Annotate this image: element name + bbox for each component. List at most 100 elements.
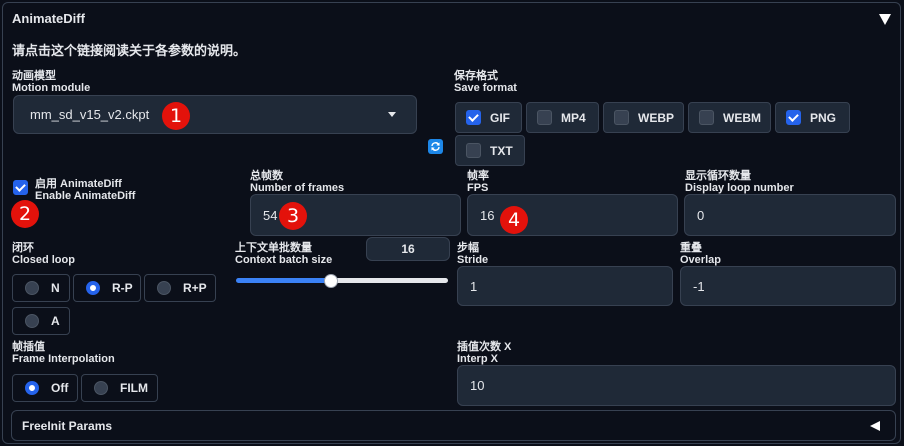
closed-loop-n-label: N — [51, 281, 60, 295]
freeinit-params-accordion[interactable]: FreeInit Params — [11, 410, 896, 441]
interp-off-label: Off — [51, 381, 69, 395]
loop-input[interactable]: 0 — [684, 194, 896, 236]
overlap-label: 重叠 Overlap — [680, 242, 721, 266]
save-format-webp[interactable]: WEBP — [603, 102, 684, 133]
checkbox-icon — [466, 143, 481, 158]
radio-selected-icon — [86, 281, 100, 295]
motion-module-label: 动画模型 Motion module — [12, 70, 90, 94]
closed-loop-r-plus-p-label: R+P — [183, 281, 207, 295]
annotation-badge-1: 1 — [162, 102, 190, 130]
motion-module-label-zh: 动画模型 — [12, 70, 56, 82]
interp-label-en: Frame Interpolation — [12, 353, 115, 365]
save-format-gif-label: GIF — [490, 110, 510, 125]
enable-label-zh: 启用 AnimateDiff — [35, 178, 122, 190]
closed-loop-r-p[interactable]: R-P — [73, 274, 141, 302]
annotation-badge-3: 3 — [279, 202, 307, 230]
closed-loop-a[interactable]: A — [12, 307, 70, 335]
loop-label: 显示循环数量 Display loop number — [685, 170, 794, 194]
freeinit-params-label: FreeInit Params — [22, 418, 113, 433]
chevron-down-icon — [388, 112, 396, 117]
motion-module-value: mm_sd_v15_v2.ckpt — [30, 107, 150, 122]
checkbox-checked-icon — [13, 180, 28, 195]
radio-icon — [25, 314, 39, 328]
interp-film-label: FILM — [120, 381, 148, 395]
fps-label-zh: 帧率 — [467, 170, 489, 182]
overlap-input[interactable]: -1 — [680, 266, 896, 306]
closed-loop-n[interactable]: N — [12, 274, 70, 302]
frames-label-zh: 总帧数 — [250, 170, 283, 182]
save-format-label-zh: 保存格式 — [454, 70, 498, 82]
interp-x-value: 10 — [470, 378, 485, 393]
context-batch-slider[interactable] — [236, 278, 448, 283]
annotation-badge-4: 4 — [500, 206, 528, 234]
radio-icon — [157, 281, 171, 295]
enable-label-en: Enable AnimateDiff — [35, 190, 136, 202]
interp-film[interactable]: FILM — [81, 374, 158, 402]
context-batch-number[interactable]: 16 — [366, 237, 450, 261]
description-text: 请点击这个链接阅读关于各参数的说明。 — [12, 40, 246, 59]
context-batch-label: 上下文单批数量 Context batch size — [235, 242, 332, 266]
closed-loop-label: 闭环 Closed loop — [12, 242, 75, 266]
radio-icon — [25, 281, 39, 295]
stride-label-en: Stride — [457, 254, 489, 266]
frames-label-en: Number of frames — [250, 182, 345, 194]
context-batch-value: 16 — [401, 242, 415, 256]
refresh-arrows-icon — [431, 142, 440, 151]
checkbox-icon — [614, 110, 629, 125]
triangle-left-icon — [870, 420, 880, 431]
overlap-value: -1 — [693, 278, 705, 294]
save-format-gif[interactable]: GIF — [455, 102, 522, 133]
save-format-webm-label: WEBM — [723, 110, 761, 125]
closed-loop-a-label: A — [51, 314, 60, 328]
description-link[interactable]: 这个链接 — [51, 43, 103, 58]
save-format-png-label: PNG — [810, 110, 837, 125]
save-format-label: 保存格式 Save format — [454, 70, 517, 94]
overlap-label-en: Overlap — [680, 254, 721, 266]
stride-value: 1 — [470, 278, 478, 294]
enable-animatediff-checkbox[interactable]: 启用 AnimateDiff Enable AnimateDiff — [13, 178, 136, 202]
radio-icon — [94, 381, 108, 395]
checkbox-icon — [537, 110, 552, 125]
save-format-txt[interactable]: TXT — [455, 135, 525, 166]
save-format-webm[interactable]: WEBM — [688, 102, 771, 133]
fps-value: 16 — [480, 207, 495, 223]
interp-label-zh: 帧插值 — [12, 341, 45, 353]
description-suffix: 阅读关于各参数的说明。 — [103, 43, 247, 58]
fps-input[interactable]: 16 — [467, 194, 678, 236]
triangle-down-icon — [879, 14, 891, 25]
overlap-label-zh: 重叠 — [680, 242, 702, 254]
save-format-webp-label: WEBP — [638, 110, 674, 125]
stride-input[interactable]: 1 — [457, 266, 673, 306]
interp-label: 帧插值 Frame Interpolation — [12, 341, 115, 365]
collapse-toggle[interactable] — [878, 12, 892, 31]
interp-x-input[interactable]: 10 — [457, 365, 896, 406]
closed-loop-r-plus-p[interactable]: R+P — [144, 274, 216, 302]
interp-x-label: 插值次数 X Interp X — [457, 341, 511, 365]
loop-label-en: Display loop number — [685, 182, 794, 194]
frames-value: 54 — [263, 207, 278, 223]
refresh-icon[interactable] — [428, 139, 443, 154]
checkbox-checked-icon — [466, 110, 481, 125]
save-format-png[interactable]: PNG — [775, 102, 850, 133]
fps-label: 帧率 FPS — [467, 170, 489, 194]
frames-label: 总帧数 Number of frames — [250, 170, 344, 194]
stride-label-zh: 步幅 — [457, 242, 479, 254]
interp-x-label-zh: 插值次数 X — [457, 341, 512, 353]
closed-loop-label-en: Closed loop — [12, 254, 75, 266]
closed-loop-label-zh: 闭环 — [12, 242, 34, 254]
save-format-label-en: Save format — [454, 82, 517, 94]
annotation-badge-2: 2 — [11, 200, 39, 228]
save-format-mp4[interactable]: MP4 — [526, 102, 599, 133]
save-format-txt-label: TXT — [490, 143, 513, 158]
context-batch-label-en: Context batch size — [235, 254, 333, 266]
checkbox-icon — [699, 110, 714, 125]
fps-label-en: FPS — [467, 182, 489, 194]
interp-off[interactable]: Off — [12, 374, 78, 402]
motion-module-dropdown[interactable]: mm_sd_v15_v2.ckpt — [13, 95, 417, 134]
motion-module-label-en: Motion module — [12, 82, 91, 94]
panel-title: AnimateDiff — [12, 11, 85, 26]
save-format-mp4-label: MP4 — [561, 110, 586, 125]
closed-loop-r-p-label: R-P — [112, 281, 133, 295]
radio-selected-icon — [25, 381, 39, 395]
loop-value: 0 — [697, 207, 705, 223]
